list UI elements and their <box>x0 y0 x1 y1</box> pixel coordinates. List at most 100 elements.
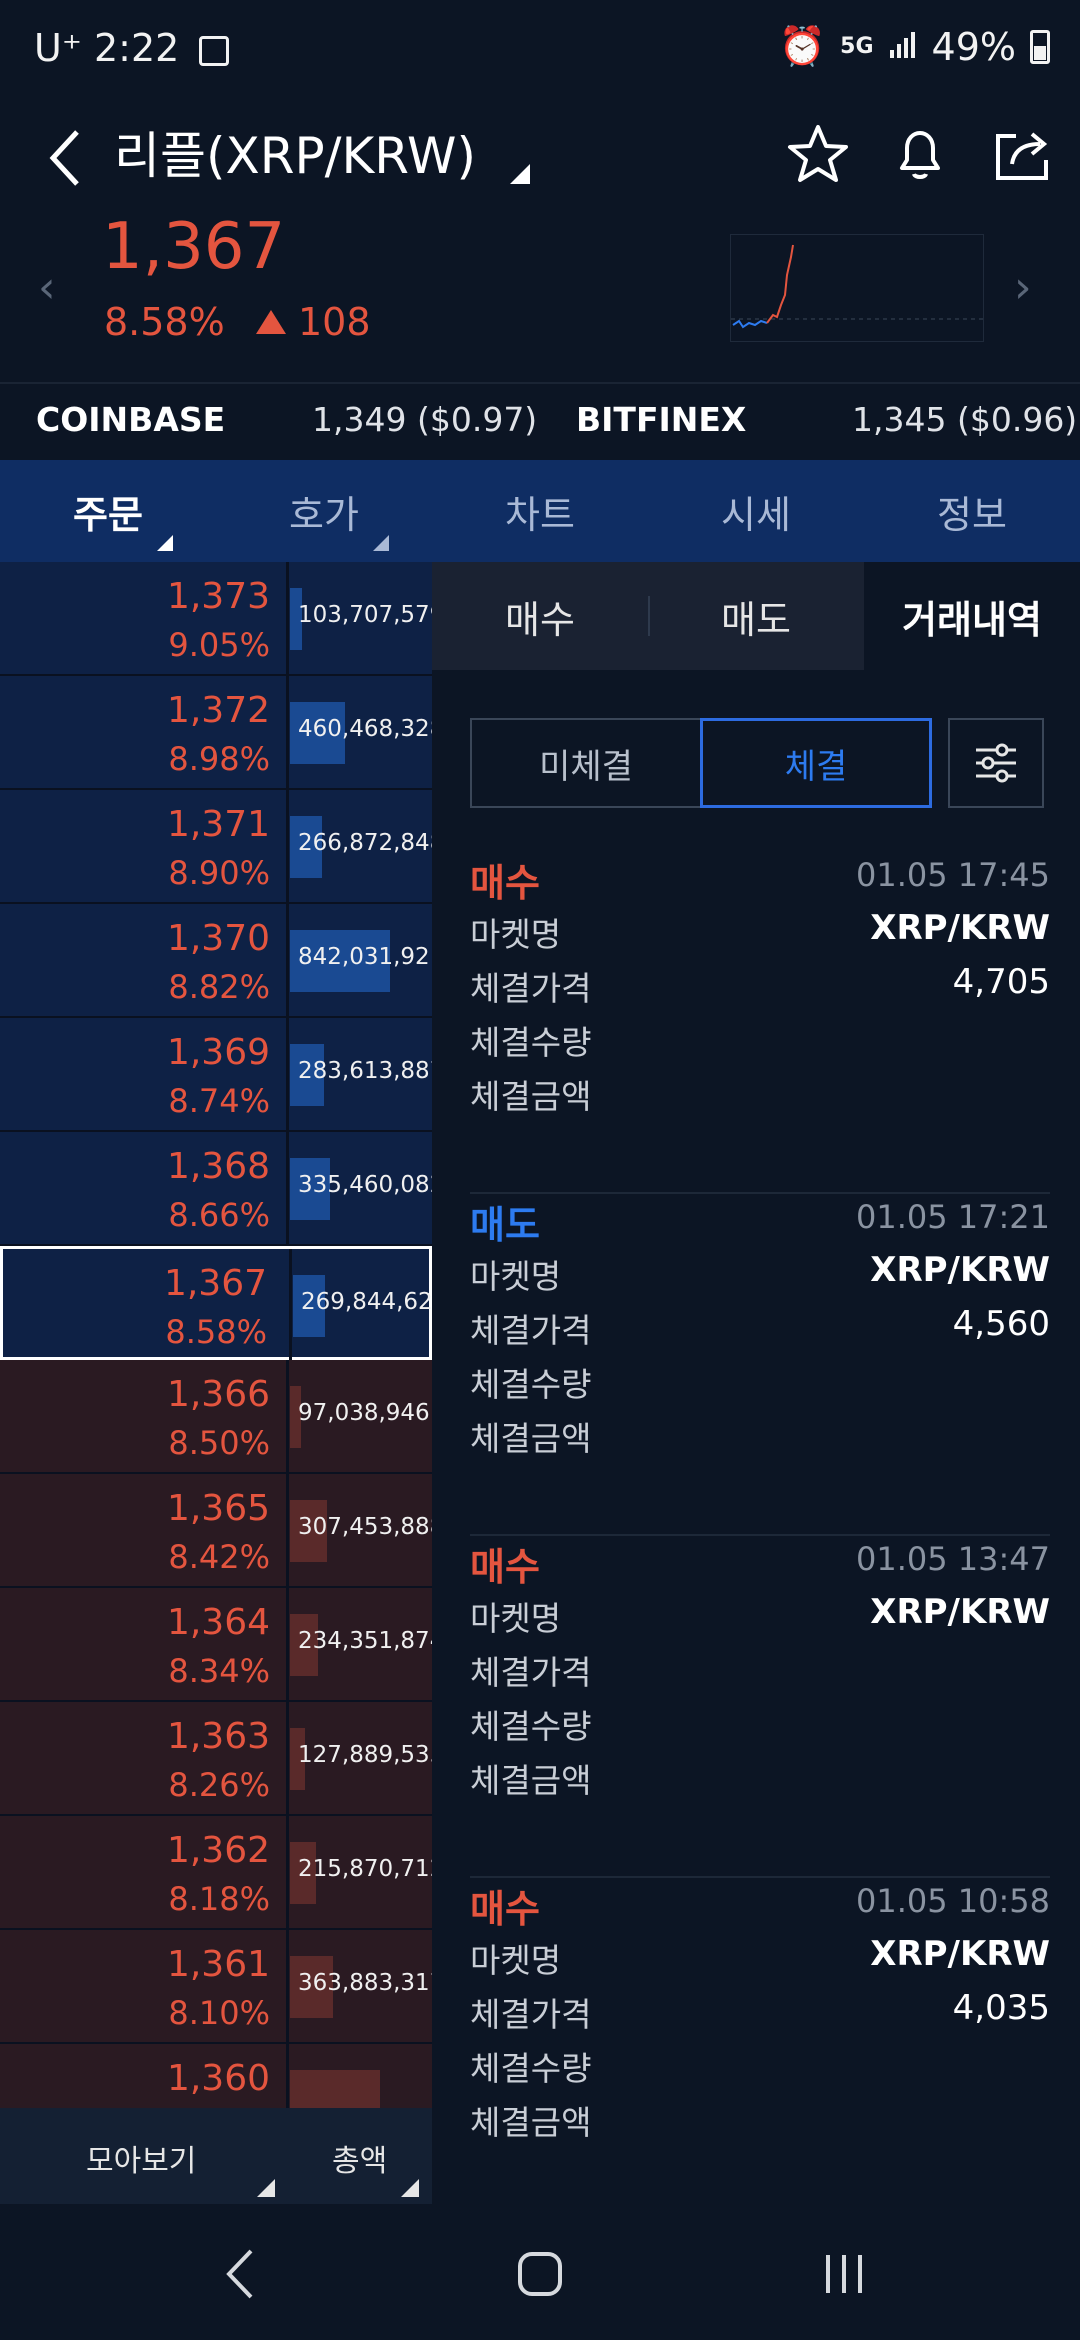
trade-label-price: 체결가격 <box>470 1995 592 2034</box>
gallery-icon <box>199 35 230 66</box>
trade-label-market: 마켓명 <box>470 1257 562 1296</box>
tab-info-label: 정보 <box>937 492 1007 537</box>
orderbook-row-current[interactable]: 1,367 8.58% 269,844,627 <box>0 1246 432 1363</box>
trade-side: 매수 <box>470 861 540 905</box>
orderbook-row[interactable]: 1,370 8.82% 842,031,921 <box>0 904 432 1018</box>
trade-side: 매수 <box>470 1545 540 1589</box>
open-orders-toggle[interactable]: 미체결 <box>470 718 702 808</box>
trade-label-amount: 체결금액 <box>470 1761 592 1800</box>
tab-sell[interactable]: 매도 <box>648 562 864 670</box>
nav-recents-button[interactable] <box>794 2234 894 2314</box>
trade-card[interactable]: 매수 01.05 10:58 마켓명 체결가격 체결수량 체결금액 XRP/KRW 4,035 <box>470 1878 1050 2220</box>
mini-price-chart[interactable] <box>730 234 985 342</box>
group-view-button[interactable]: 모아보기 <box>86 2136 196 2180</box>
trade-label-amount: 체결금액 <box>470 1077 592 1116</box>
coin-title[interactable]: 리플(XRP/KRW) <box>114 116 476 188</box>
orderbook-divider <box>289 1249 292 1363</box>
trade-card[interactable]: 매수 01.05 17:45 마켓명 체결가격 체결수량 체결금액 XRP/KRW 4,705 <box>470 852 1050 1194</box>
tab-chart-label: 차트 <box>505 492 575 537</box>
orderbook-row[interactable]: 1,361 8.10% 363,883,317 <box>0 1930 432 2044</box>
trade-side: 매도 <box>470 1203 540 1247</box>
orderbook-row[interactable]: 1,364 8.34% 234,351,874 <box>0 1588 432 1702</box>
exchange-name-2: BITFINEX <box>576 400 747 439</box>
tab-orderbook[interactable]: 호가 <box>216 460 432 562</box>
trade-card[interactable]: 매수 01.05 13:47 마켓명 체결가격 체결수량 체결금액 XRP/KRW <box>470 1536 1050 1878</box>
battery-percent: 49% <box>931 24 1016 69</box>
trade-market: XRP/KRW <box>870 1250 1050 1290</box>
trade-time: 01.05 17:45 <box>856 856 1050 894</box>
tab-info[interactable]: 정보 <box>864 460 1080 562</box>
orderbook-divider <box>286 2044 289 2108</box>
trade-label-quantity: 체결수량 <box>470 2049 592 2088</box>
prev-coin-arrow[interactable]: ‹ <box>38 262 56 313</box>
tab-chart[interactable]: 차트 <box>432 460 648 562</box>
back-button[interactable] <box>34 118 94 198</box>
orderbook-row[interactable]: 1,372 8.98% 460,468,328 <box>0 676 432 790</box>
total-amount-button[interactable]: 총액 <box>332 2136 387 2180</box>
tab-buy[interactable]: 매수 <box>432 562 648 670</box>
trade-price: 4,560 <box>952 1304 1050 1344</box>
orderbook-percent: 8.98% <box>168 740 270 778</box>
orderbook-price: 1,369 <box>166 1032 270 1073</box>
tab-history[interactable]: 거래내역 <box>864 562 1080 670</box>
alarm-icon: ⏰ <box>778 24 827 68</box>
orderbook-row[interactable]: 1,360 <box>0 2044 432 2108</box>
trade-label-price: 체결가격 <box>470 969 592 1008</box>
orderbook-row[interactable]: 1,365 8.42% 307,453,888 <box>0 1474 432 1588</box>
tab-order[interactable]: 주문 <box>0 460 216 562</box>
trade-card[interactable]: 매도 01.05 17:21 마켓명 체결가격 체결수량 체결금액 XRP/KRW 4,560 <box>470 1194 1050 1536</box>
orderbook-row[interactable]: 1,362 8.18% 215,870,712 <box>0 1816 432 1930</box>
nav-home-button[interactable] <box>490 2234 590 2314</box>
tab-market[interactable]: 시세 <box>648 460 864 562</box>
orderbook-price: 1,366 <box>166 1374 270 1415</box>
change-amount: 108 <box>254 300 371 344</box>
orderbook-footer: 모아보기 총액 <box>0 2108 432 2204</box>
nav-back-icon <box>226 2249 253 2299</box>
share-icon <box>996 132 1048 180</box>
orderbook-divider <box>286 1360 289 1474</box>
trade-time: 01.05 17:21 <box>856 1198 1050 1236</box>
filled-orders-toggle[interactable]: 체결 <box>700 718 932 808</box>
trade-side: 매수 <box>470 1887 540 1931</box>
orderbook-divider <box>286 676 289 790</box>
orderbook-percent: 9.05% <box>168 626 270 664</box>
nav-back-button[interactable] <box>190 2234 290 2314</box>
main-tab-bar: 주문 호가 차트 시세 정보 <box>0 460 1080 562</box>
orderbook-volume: 363,883,317 <box>298 1970 432 1996</box>
orderbook-divider <box>286 1474 289 1588</box>
alert-button[interactable] <box>880 114 960 194</box>
orderbook-price: 1,367 <box>163 1263 267 1304</box>
orderbook[interactable]: 1,373 9.05% 103,707,579 1,372 8.98% 460,468,3… <box>0 562 432 2108</box>
orderbook-row[interactable]: 1,371 8.90% 266,872,848 <box>0 790 432 904</box>
trade-market: XRP/KRW <box>870 1934 1050 1974</box>
orderbook-volume: 97,038,946 <box>298 1400 430 1426</box>
orderbook-price: 1,370 <box>166 918 270 959</box>
status-indicators: ⏰ 5G 49% <box>779 24 1050 69</box>
orderbook-price: 1,372 <box>166 690 270 731</box>
app-header: 리플(XRP/KRW) <box>0 100 1080 220</box>
orderbook-divider <box>286 1132 289 1246</box>
orderbook-row[interactable]: 1,366 8.50% 97,038,946 <box>0 1360 432 1474</box>
orderbook-row[interactable]: 1,363 8.26% 127,889,533 <box>0 1702 432 1816</box>
title-dropdown-icon[interactable] <box>508 162 532 190</box>
trade-label-quantity: 체결수량 <box>470 1365 592 1404</box>
orderbook-row[interactable]: 1,373 9.05% 103,707,579 <box>0 562 432 676</box>
trade-market: XRP/KRW <box>870 1592 1050 1632</box>
tab-orderbook-label: 호가 <box>289 492 359 537</box>
current-price: 1,367 <box>102 210 286 284</box>
trade-market: XRP/KRW <box>870 908 1050 948</box>
orderbook-volume: 283,613,887 <box>298 1058 432 1084</box>
favorite-button[interactable] <box>778 114 858 194</box>
orderbook-divider <box>286 1018 289 1132</box>
trade-label-amount: 체결금액 <box>470 1419 592 1458</box>
next-coin-arrow[interactable]: › <box>1014 262 1032 313</box>
filter-button[interactable] <box>948 718 1044 808</box>
orderbook-volume: 127,889,533 <box>298 1742 432 1768</box>
back-icon <box>49 130 79 186</box>
change-amount-value: 108 <box>298 300 371 344</box>
orderbook-row[interactable]: 1,368 8.66% 335,460,082 <box>0 1132 432 1246</box>
tab-market-label: 시세 <box>721 492 791 537</box>
orderbook-row[interactable]: 1,369 8.74% 283,613,887 <box>0 1018 432 1132</box>
share-button[interactable] <box>982 114 1062 194</box>
trade-price: 4,035 <box>952 1988 1050 2028</box>
